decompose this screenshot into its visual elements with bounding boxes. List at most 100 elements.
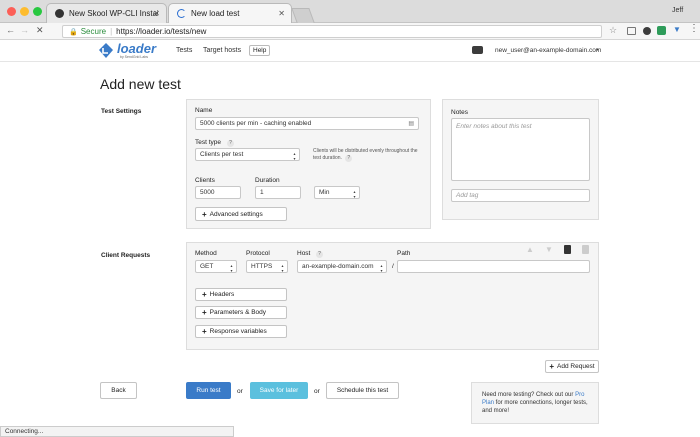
bookmark-star-icon[interactable]: ☆ bbox=[609, 25, 617, 36]
nav-target-hosts[interactable]: Target hosts bbox=[203, 47, 241, 54]
close-tab-icon[interactable]: ✕ bbox=[153, 9, 160, 18]
user-menu[interactable]: new_user@an-example-domain.com bbox=[495, 47, 601, 54]
close-tab-icon[interactable]: ✕ bbox=[278, 9, 285, 18]
status-bar: Connecting... bbox=[0, 426, 234, 437]
duplicate-icon[interactable] bbox=[564, 245, 571, 254]
advanced-settings-button[interactable]: + Advanced settings bbox=[195, 207, 287, 221]
help-icon[interactable]: ? bbox=[227, 140, 234, 147]
tab-label: New load test bbox=[191, 9, 240, 18]
nav-tests[interactable]: Tests bbox=[176, 47, 192, 54]
duration-label: Duration bbox=[255, 177, 280, 184]
plus-icon: + bbox=[549, 362, 555, 371]
caret-down-icon[interactable]: ▾ bbox=[596, 47, 599, 53]
response-variables-button[interactable]: + Response variables bbox=[195, 325, 287, 338]
parameters-body-label: Parameters & Body bbox=[209, 309, 267, 316]
extension-dark-icon[interactable] bbox=[643, 27, 651, 35]
extension-icon[interactable] bbox=[627, 27, 636, 35]
method-label: Method bbox=[195, 250, 217, 257]
protocol-value: HTTPS bbox=[251, 263, 273, 270]
promo-text: Need more testing? Check out our bbox=[482, 392, 576, 398]
test-type-select[interactable]: Clients per test bbox=[195, 148, 300, 161]
menu-dots-icon[interactable]: ⋮ bbox=[689, 23, 699, 34]
add-tag-input[interactable]: Add tag bbox=[451, 189, 590, 202]
headers-button[interactable]: + Headers bbox=[195, 288, 287, 301]
save-for-later-button[interactable]: Save for later bbox=[250, 382, 308, 399]
name-label: Name bbox=[195, 107, 213, 114]
method-select[interactable]: GET bbox=[195, 260, 237, 273]
chat-icon[interactable] bbox=[472, 46, 483, 54]
tag-placeholder: Add tag bbox=[456, 192, 479, 199]
help-icon[interactable]: ? bbox=[345, 155, 353, 162]
loader-logo-icon[interactable] bbox=[98, 42, 114, 59]
client-requests-heading: Client Requests bbox=[101, 252, 151, 259]
separator: | bbox=[110, 27, 113, 36]
page-title: Add new test bbox=[100, 76, 181, 92]
stop-loading-icon[interactable]: ✕ bbox=[36, 25, 44, 36]
minimize-window-icon[interactable] bbox=[20, 7, 29, 16]
run-test-button[interactable]: Run test bbox=[186, 382, 231, 399]
plus-icon: + bbox=[202, 290, 207, 299]
close-window-icon[interactable] bbox=[7, 7, 16, 16]
tab-label: New Skool WP-CLI Installatio bbox=[69, 9, 158, 18]
or-text: or bbox=[237, 388, 243, 395]
plus-icon: + bbox=[202, 308, 207, 317]
keyboard-icon: ▤ bbox=[408, 121, 414, 127]
headers-label: Headers bbox=[209, 291, 235, 298]
plus-icon: + bbox=[202, 209, 207, 219]
help-icon[interactable]: ? bbox=[316, 251, 323, 258]
plus-icon: + bbox=[202, 327, 207, 336]
secure-label: Secure bbox=[80, 27, 107, 36]
pro-plan-promo: Need more testing? Check out our Pro Pla… bbox=[471, 382, 599, 424]
notes-label: Notes bbox=[451, 109, 468, 116]
clients-value: 5000 bbox=[200, 189, 215, 196]
logo-subtitle: by SendGrid Labs bbox=[120, 55, 149, 59]
logo-text[interactable]: loader bbox=[117, 41, 156, 56]
lock-icon: 🔒 bbox=[69, 28, 78, 36]
response-variables-label: Response variables bbox=[209, 328, 267, 335]
test-type-value: Clients per test bbox=[200, 151, 244, 158]
move-up-icon[interactable]: ▲ bbox=[526, 245, 534, 254]
site-favicon-icon bbox=[55, 9, 64, 18]
promo-text-rest: for more connections, longer tests, and … bbox=[482, 400, 588, 414]
add-request-button[interactable]: + Add Request bbox=[545, 360, 599, 373]
add-request-label: Add Request bbox=[557, 363, 595, 370]
duration-unit-select[interactable]: Min bbox=[314, 186, 360, 199]
duration-value: 1 bbox=[260, 189, 264, 196]
notes-placeholder: Enter notes about this test bbox=[456, 123, 532, 130]
back-arrow-icon[interactable]: ← bbox=[6, 25, 15, 35]
clients-field[interactable]: 5000 bbox=[195, 186, 241, 199]
zoom-window-icon[interactable] bbox=[33, 7, 42, 16]
trash-icon[interactable] bbox=[582, 245, 589, 254]
extension-blue-icon[interactable]: ▼ bbox=[673, 25, 682, 35]
url-text: https://loader.io/tests/new bbox=[116, 27, 207, 36]
advanced-settings-label: Advanced settings bbox=[209, 210, 263, 218]
address-bar[interactable]: 🔒 Secure | https://loader.io/tests/new bbox=[62, 25, 602, 38]
profile-name[interactable]: Jeff bbox=[672, 7, 683, 14]
test-type-help-text: Clients will be distributed evenly throu… bbox=[313, 148, 423, 162]
test-settings-heading: Test Settings bbox=[101, 108, 142, 115]
test-type-label: Test type bbox=[195, 139, 222, 146]
host-select[interactable]: an-example-domain.com bbox=[297, 260, 387, 273]
protocol-label: Protocol bbox=[246, 250, 270, 257]
duration-field[interactable]: 1 bbox=[255, 186, 301, 199]
browser-tab-wpcli[interactable]: New Skool WP-CLI Installatio ✕ bbox=[46, 3, 167, 23]
notes-textarea[interactable]: Enter notes about this test bbox=[451, 118, 590, 181]
clients-label: Clients bbox=[195, 177, 215, 184]
schedule-test-button[interactable]: Schedule this test bbox=[326, 382, 399, 399]
duration-unit-value: Min bbox=[319, 189, 330, 196]
parameters-body-button[interactable]: + Parameters & Body bbox=[195, 306, 287, 319]
extension-green-icon[interactable] bbox=[657, 26, 666, 35]
method-value: GET bbox=[200, 263, 214, 270]
path-slash: / bbox=[392, 263, 394, 270]
help-text: Clients will be distributed evenly throu… bbox=[313, 148, 418, 161]
back-button[interactable]: Back bbox=[100, 382, 137, 399]
protocol-select[interactable]: HTTPS bbox=[246, 260, 288, 273]
path-field[interactable] bbox=[397, 260, 590, 273]
browser-tab-new-load-test[interactable]: New load test ✕ bbox=[168, 3, 292, 23]
move-down-icon[interactable]: ▼ bbox=[545, 245, 553, 254]
nav-help-button[interactable]: Help bbox=[249, 45, 271, 56]
loading-spinner-icon bbox=[177, 9, 186, 18]
forward-arrow-icon[interactable]: → bbox=[20, 25, 29, 35]
host-value: an-example-domain.com bbox=[302, 263, 374, 270]
test-name-field[interactable]: 5000 clients per min - caching enabled ▤ bbox=[195, 117, 419, 130]
